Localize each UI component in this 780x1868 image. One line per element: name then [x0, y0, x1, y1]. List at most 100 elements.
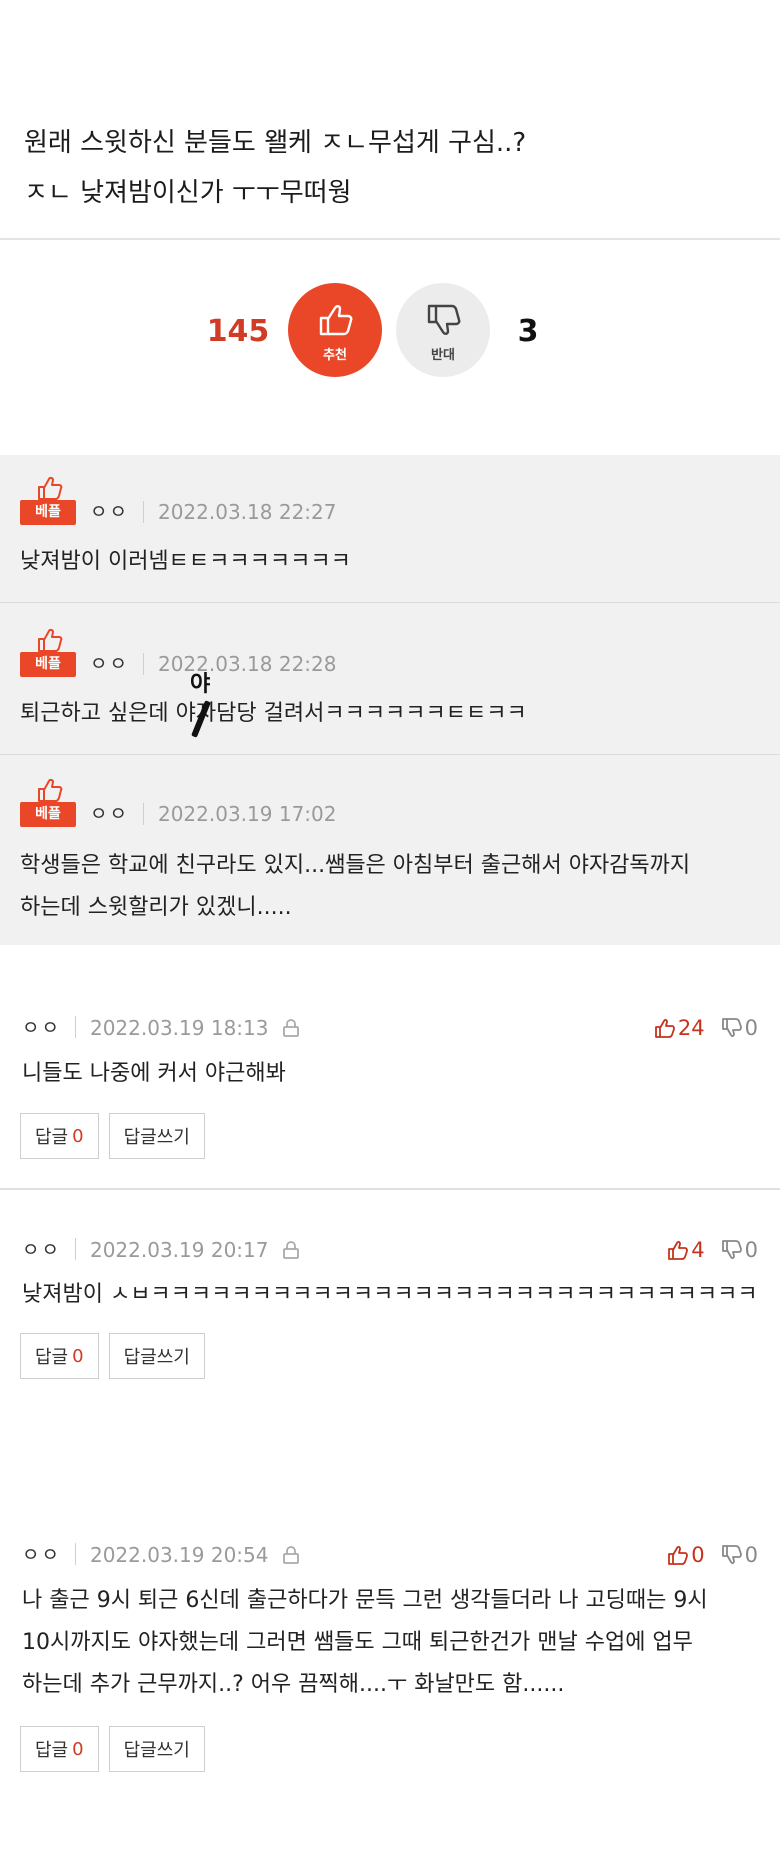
best-badge: 베플	[20, 475, 76, 525]
reply-count: 0	[72, 1738, 84, 1760]
comment-meta: 베플 ㅇㅇ 2022.03.18 22:28	[20, 627, 336, 677]
comment-actions: 답글 0 답글쓰기	[20, 1726, 215, 1772]
comment-votes: 0 0	[667, 1540, 758, 1570]
reply-button[interactable]: 답글 0	[20, 1726, 99, 1772]
comment-date: 2022.03.18 22:28	[157, 652, 337, 676]
comment-date: 2022.03.19 18:13	[89, 1016, 269, 1040]
write-reply-label: 답글쓰기	[123, 1740, 190, 1761]
upvote-count: 24	[677, 1016, 705, 1040]
handwritten-overlay: 야	[190, 672, 211, 697]
reply-label: 답글	[35, 1347, 69, 1368]
vote-bar	[0, 240, 780, 454]
thumbs-down-icon	[721, 1018, 742, 1037]
reply-count: 0	[72, 1345, 84, 1367]
comment-text: 낮져밤이 ㅅㅂㅋㅋㅋㅋㅋㅋㅋㅋㅋㅋㅋㅋㅋㅋㅋㅋㅋㅋㅋㅋㅋㅋㅋㅋㅋㅋㅋㅋㅋㅋ	[22, 1282, 758, 1307]
comment-text: 퇴근하고 싶은데 야자담당 걸려서ㅋㅋㅋㅋㅋㅋㅌㅌㅋㅋ	[20, 701, 527, 726]
comment-text: 10시까지도 야자했는데 그러면 쌤들도 그때 퇴근한건가 맨날 수업에 업무	[22, 1630, 693, 1655]
downvote-count: 0	[744, 1016, 758, 1040]
separator	[74, 1238, 76, 1260]
write-reply-button[interactable]: 답글쓰기	[108, 1113, 205, 1159]
reply-label: 답글	[35, 1127, 69, 1148]
upvote-count: 4	[691, 1238, 705, 1262]
comment-upvote[interactable]: 4	[667, 1238, 705, 1262]
author-name[interactable]: ㅇㅇ	[22, 1015, 61, 1041]
comment-text: 하는데 추가 근무까지..? 어우 끔찍해....ㅜ 화날만도 함......	[22, 1672, 565, 1697]
thumbs-up-icon	[654, 1019, 675, 1038]
upvote-label: 추천	[323, 347, 347, 363]
comment-text: 학생들은 학교에 친구라도 있지...쌤들은 아침부터 출근해서 야자감독까지	[20, 853, 691, 878]
best-badge: 베플	[20, 627, 76, 677]
downvote-count: 0	[744, 1543, 758, 1567]
best-tag: 베플	[20, 802, 76, 827]
separator	[142, 803, 144, 825]
comment-meta: 베플 ㅇㅇ 2022.03.18 22:27	[20, 475, 336, 525]
comment-date: 2022.03.18 22:27	[157, 500, 337, 524]
downvote-button[interactable]: 반대	[396, 283, 490, 377]
comment-downvote[interactable]: 0	[721, 1543, 758, 1567]
author-name[interactable]: ㅇㅇ	[22, 1542, 61, 1568]
reply-button[interactable]: 답글 0	[20, 1333, 99, 1379]
lock-icon[interactable]	[280, 1544, 302, 1566]
thumbs-down-icon	[721, 1240, 742, 1259]
post-text-line: 원래 스윗하신 분들도 왤케 ㅈㄴ무섭게 구심..?	[24, 128, 527, 158]
comment-meta: ㅇㅇ 2022.03.19 20:54	[22, 1540, 302, 1570]
lock-icon[interactable]	[280, 1017, 302, 1039]
thumbs-down-icon	[721, 1545, 742, 1564]
post-text-line: ㅈㄴ 낮져밤이신가 ㅜㅜ무떠웡	[24, 178, 352, 208]
thumbs-up-icon	[38, 476, 63, 500]
best-tag: 베플	[20, 652, 76, 677]
write-reply-label: 답글쓰기	[123, 1127, 190, 1148]
author-name[interactable]: ㅇㅇ	[90, 801, 129, 827]
comment: ㅇㅇ 2022.03.19 20:17 4 0 낮져밤이 ㅅㅂㅋㅋㅋㅋㅋㅋㅋㅋㅋ…	[0, 1190, 780, 1460]
best-tag: 베플	[20, 500, 76, 525]
comment-downvote[interactable]: 0	[721, 1016, 758, 1040]
comment-text: 나 출근 9시 퇴근 6신데 출근하다가 문득 그런 생각들더라 나 고딩때는 …	[22, 1588, 708, 1613]
write-reply-button[interactable]: 답글쓰기	[108, 1726, 205, 1772]
author-name[interactable]: ㅇㅇ	[90, 651, 129, 677]
separator	[142, 653, 144, 675]
reply-count: 0	[72, 1125, 84, 1147]
write-reply-label: 답글쓰기	[123, 1347, 190, 1368]
upvote-button[interactable]: 추천	[288, 283, 382, 377]
best-comment: 베플 ㅇㅇ 2022.03.18 22:28 퇴근하고 싶은데 야자담당 걸려서…	[0, 603, 780, 755]
comment-meta: ㅇㅇ 2022.03.19 18:13	[22, 1013, 302, 1043]
downvote-count: 3	[517, 314, 539, 349]
downvote-label: 반대	[431, 347, 455, 363]
best-badge: 베플	[20, 777, 76, 827]
lock-icon[interactable]	[280, 1239, 302, 1261]
post-body: 원래 스윗하신 분들도 왤케 ㅈㄴ무섭게 구심..? ㅈㄴ 낮져밤이신가 ㅜㅜ무…	[0, 0, 780, 240]
separator	[74, 1016, 76, 1038]
best-comment: 베플 ㅇㅇ 2022.03.18 22:27 낮져밤이 이러넴ㅌㅌㅋㅋㅋㅋㅋㅋㅋ	[0, 455, 780, 603]
reply-label: 답글	[35, 1740, 69, 1761]
author-name[interactable]: ㅇㅇ	[22, 1237, 61, 1263]
comment-votes: 4 0	[667, 1235, 758, 1265]
thumbs-up-icon	[38, 778, 63, 802]
thumbs-up-icon	[668, 1241, 689, 1260]
comment-text: 낮져밤이 이러넴ㅌㅌㅋㅋㅋㅋㅋㅋㅋ	[20, 549, 351, 574]
best-comments: 베플 ㅇㅇ 2022.03.18 22:27 낮져밤이 이러넴ㅌㅌㅋㅋㅋㅋㅋㅋㅋ…	[0, 455, 780, 945]
thumbs-up-icon	[38, 628, 63, 652]
comment-meta: ㅇㅇ 2022.03.19 20:17	[22, 1235, 302, 1265]
comment-actions: 답글 0 답글쓰기	[20, 1113, 215, 1159]
downvote-count: 0	[744, 1238, 758, 1262]
thumbs-up-icon	[319, 304, 353, 335]
author-name[interactable]: ㅇㅇ	[90, 499, 129, 525]
comment-date: 2022.03.19 20:17	[89, 1238, 269, 1262]
comment-actions: 답글 0 답글쓰기	[20, 1333, 215, 1379]
separator	[142, 501, 144, 523]
comment-votes: 24 0	[654, 1013, 758, 1043]
comment-text: 하는데 스윗할리가 있겠니.....	[20, 895, 292, 920]
comment-downvote[interactable]: 0	[721, 1238, 758, 1262]
comment-text: 니들도 나중에 커서 야근해봐	[22, 1061, 286, 1086]
upvote-count: 145	[206, 314, 270, 349]
write-reply-button[interactable]: 답글쓰기	[108, 1333, 205, 1379]
comment-date: 2022.03.19 20:54	[89, 1543, 269, 1567]
best-comment: 베플 ㅇㅇ 2022.03.19 17:02 학생들은 학교에 친구라도 있지.…	[0, 755, 780, 945]
thumbs-down-icon	[427, 304, 461, 335]
comment: ㅇㅇ 2022.03.19 18:13 24 0 니들도 나중에 커서 야근해봐…	[0, 945, 780, 1190]
upvote-count: 0	[691, 1543, 705, 1567]
comment-meta: 베플 ㅇㅇ 2022.03.19 17:02	[20, 777, 336, 827]
comment-upvote[interactable]: 0	[667, 1543, 705, 1567]
comment-upvote[interactable]: 24	[654, 1016, 705, 1040]
reply-button[interactable]: 답글 0	[20, 1113, 99, 1159]
